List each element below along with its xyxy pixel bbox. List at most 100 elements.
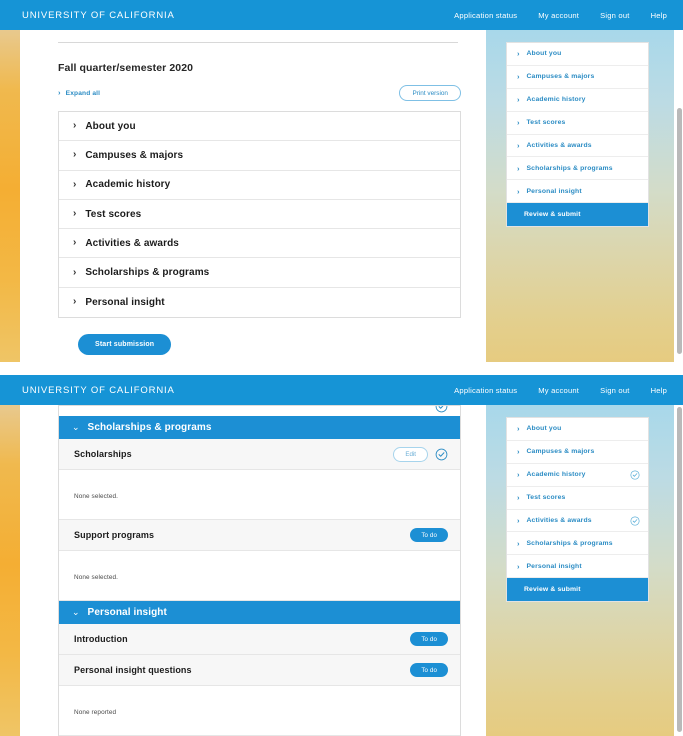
todo-badge[interactable]: To do (410, 632, 448, 646)
sidebar-item-label: Personal insight (526, 562, 582, 570)
edit-button[interactable]: Edit (393, 446, 428, 462)
accordion-label: Scholarships & programs (85, 267, 210, 279)
sidebar-item-label: Activities & awards (526, 517, 592, 524)
accordion-item-scholarships-programs[interactable]: › Scholarships & programs (59, 258, 460, 288)
sidebar-item-personal-insight[interactable]: › Personal insight (507, 555, 648, 579)
sidebar-item-label: Review & submit (524, 586, 581, 594)
chevron-right-icon: › (73, 266, 77, 278)
accordion-item-test-scores[interactable]: › Test scores (59, 200, 460, 230)
check-circle-icon (630, 470, 640, 480)
subsection-label: Personal insight questions (74, 665, 192, 675)
chevron-right-icon: › (517, 94, 520, 104)
sidebar-item-test-scores[interactable]: › Test scores (507, 487, 648, 510)
nav-application-status[interactable]: Application status (454, 386, 517, 395)
check-circle-icon[interactable] (435, 448, 448, 461)
chevron-right-icon: › (73, 208, 77, 220)
decorative-gold-stripe (0, 30, 20, 362)
screenshot-collapsed-view: UNIVERSITY OF CALIFORNIA Application sta… (0, 0, 683, 362)
chevron-right-icon: › (517, 72, 520, 82)
page-scrollbar[interactable] (677, 108, 682, 354)
chevron-down-icon: ⌄ (72, 422, 80, 432)
chevron-right-icon: › (73, 178, 77, 190)
sidebar-item-campuses-majors[interactable]: › Campuses & majors (507, 66, 648, 89)
nav-help[interactable]: Help (651, 11, 667, 20)
accordion-item-campuses-majors[interactable]: › Campuses & majors (59, 141, 460, 171)
sidebar-item-label: Scholarships & programs (526, 164, 613, 172)
subsection-row-personal-insight-questions: Personal insight questions To do (59, 655, 460, 686)
detail-text: None selected. (74, 493, 119, 500)
expand-all-button[interactable]: › Expand all (58, 89, 100, 97)
todo-badge[interactable]: To do (410, 663, 448, 677)
sidebar-item-test-scores[interactable]: › Test scores (507, 112, 648, 135)
accordion-label: Personal insight (85, 296, 165, 308)
detail-row-personal-insight: None reported (59, 686, 460, 736)
chevron-right-icon: › (73, 237, 77, 249)
section-title: Personal insight (87, 607, 167, 618)
chevron-right-icon: › (73, 296, 77, 308)
detail-row-support-programs: None selected. (59, 551, 460, 601)
sidebar-item-campuses-majors[interactable]: › Campuses & majors (507, 441, 648, 464)
sidebar-item-label: Academic history (526, 471, 586, 479)
todo-badge[interactable]: To do (410, 528, 448, 542)
sidebar-item-label: Campuses & majors (526, 448, 595, 456)
nav-sign-out[interactable]: Sign out (600, 386, 629, 395)
sidebar-item-about-you[interactable]: › About you (507, 43, 648, 66)
app-header: UNIVERSITY OF CALIFORNIA Application sta… (0, 0, 683, 30)
subsection-row-introduction: Introduction To do (59, 624, 460, 655)
sidebar-item-label: Campuses & majors (526, 73, 595, 81)
list-controls: › Expand all Print version (58, 85, 461, 101)
sidebar-item-activities-awards[interactable]: › Activities & awards (507, 510, 648, 533)
check-circle-icon (630, 515, 640, 526)
header-nav: Application status My account Sign out H… (454, 11, 667, 20)
detail-text: None reported (74, 709, 117, 716)
sidebar-item-label: Test scores (526, 494, 566, 502)
main-content: ⌄ Scholarships & programs Scholarships E… (40, 405, 464, 736)
nav-sign-out[interactable]: Sign out (600, 11, 629, 20)
chevron-right-icon: › (517, 447, 520, 457)
page-scrollbar[interactable] (677, 407, 682, 732)
section-sidebar-nav: › About you › Campuses & majors › Academ… (506, 417, 649, 603)
subsection-label: Support programs (74, 530, 155, 540)
accordion-item-about-you[interactable]: › About you (59, 112, 460, 142)
sidebar-item-academic-history[interactable]: › Academic history (507, 89, 648, 112)
nav-help[interactable]: Help (651, 386, 667, 395)
section-header-personal-insight[interactable]: ⌄ Personal insight (59, 601, 460, 624)
chevron-down-icon: ⌄ (72, 607, 80, 617)
accordion-item-activities-awards[interactable]: › Activities & awards (59, 229, 460, 259)
sidebar-item-about-you[interactable]: › About you (507, 418, 648, 441)
section-header-scholarships-programs[interactable]: ⌄ Scholarships & programs (59, 416, 460, 439)
sidebar-item-label: About you (526, 50, 562, 58)
chevron-right-icon: › (73, 120, 77, 132)
sidebar-item-scholarships-programs[interactable]: › Scholarships & programs (507, 532, 648, 556)
screenshot-separator (0, 362, 683, 375)
accordion-item-personal-insight[interactable]: › Personal insight (59, 288, 460, 317)
chevron-right-icon: › (58, 88, 61, 98)
chevron-right-icon: › (517, 538, 520, 548)
print-version-button[interactable]: Print version (399, 85, 461, 101)
sidebar-item-personal-insight[interactable]: › Personal insight (507, 180, 648, 204)
sidebar-item-label: Scholarships & programs (526, 539, 613, 547)
nav-my-account[interactable]: My account (538, 11, 579, 20)
brand-title: UNIVERSITY OF CALIFORNIA (22, 9, 175, 21)
section-title: Scholarships & programs (87, 422, 212, 433)
expand-all-label: Expand all (65, 89, 101, 97)
sidebar-item-activities-awards[interactable]: › Activities & awards (507, 135, 648, 158)
accordion-label: About you (85, 120, 136, 132)
nav-application-status[interactable]: Application status (454, 11, 517, 20)
chevron-right-icon: › (517, 469, 520, 479)
sidebar-item-scholarships-programs[interactable]: › Scholarships & programs (507, 157, 648, 181)
chevron-right-icon: › (517, 49, 520, 59)
sidebar-item-review-submit[interactable]: Review & submit (507, 203, 648, 227)
previous-section-clipped (58, 405, 461, 416)
chevron-right-icon: › (517, 515, 520, 525)
section-sidebar-nav: › About you › Campuses & majors › Academ… (506, 42, 649, 228)
check-circle-icon (435, 406, 448, 413)
accordion-item-academic-history[interactable]: › Academic history (59, 171, 460, 200)
nav-my-account[interactable]: My account (538, 386, 579, 395)
content-divider (58, 42, 458, 43)
sidebar-item-academic-history[interactable]: › Academic history (507, 464, 648, 487)
start-submission-button[interactable]: Start submission (78, 334, 172, 356)
sidebar-item-review-submit[interactable]: Review & submit (507, 578, 648, 602)
chevron-right-icon: › (517, 561, 520, 571)
subsection-label: Scholarships (74, 449, 132, 459)
